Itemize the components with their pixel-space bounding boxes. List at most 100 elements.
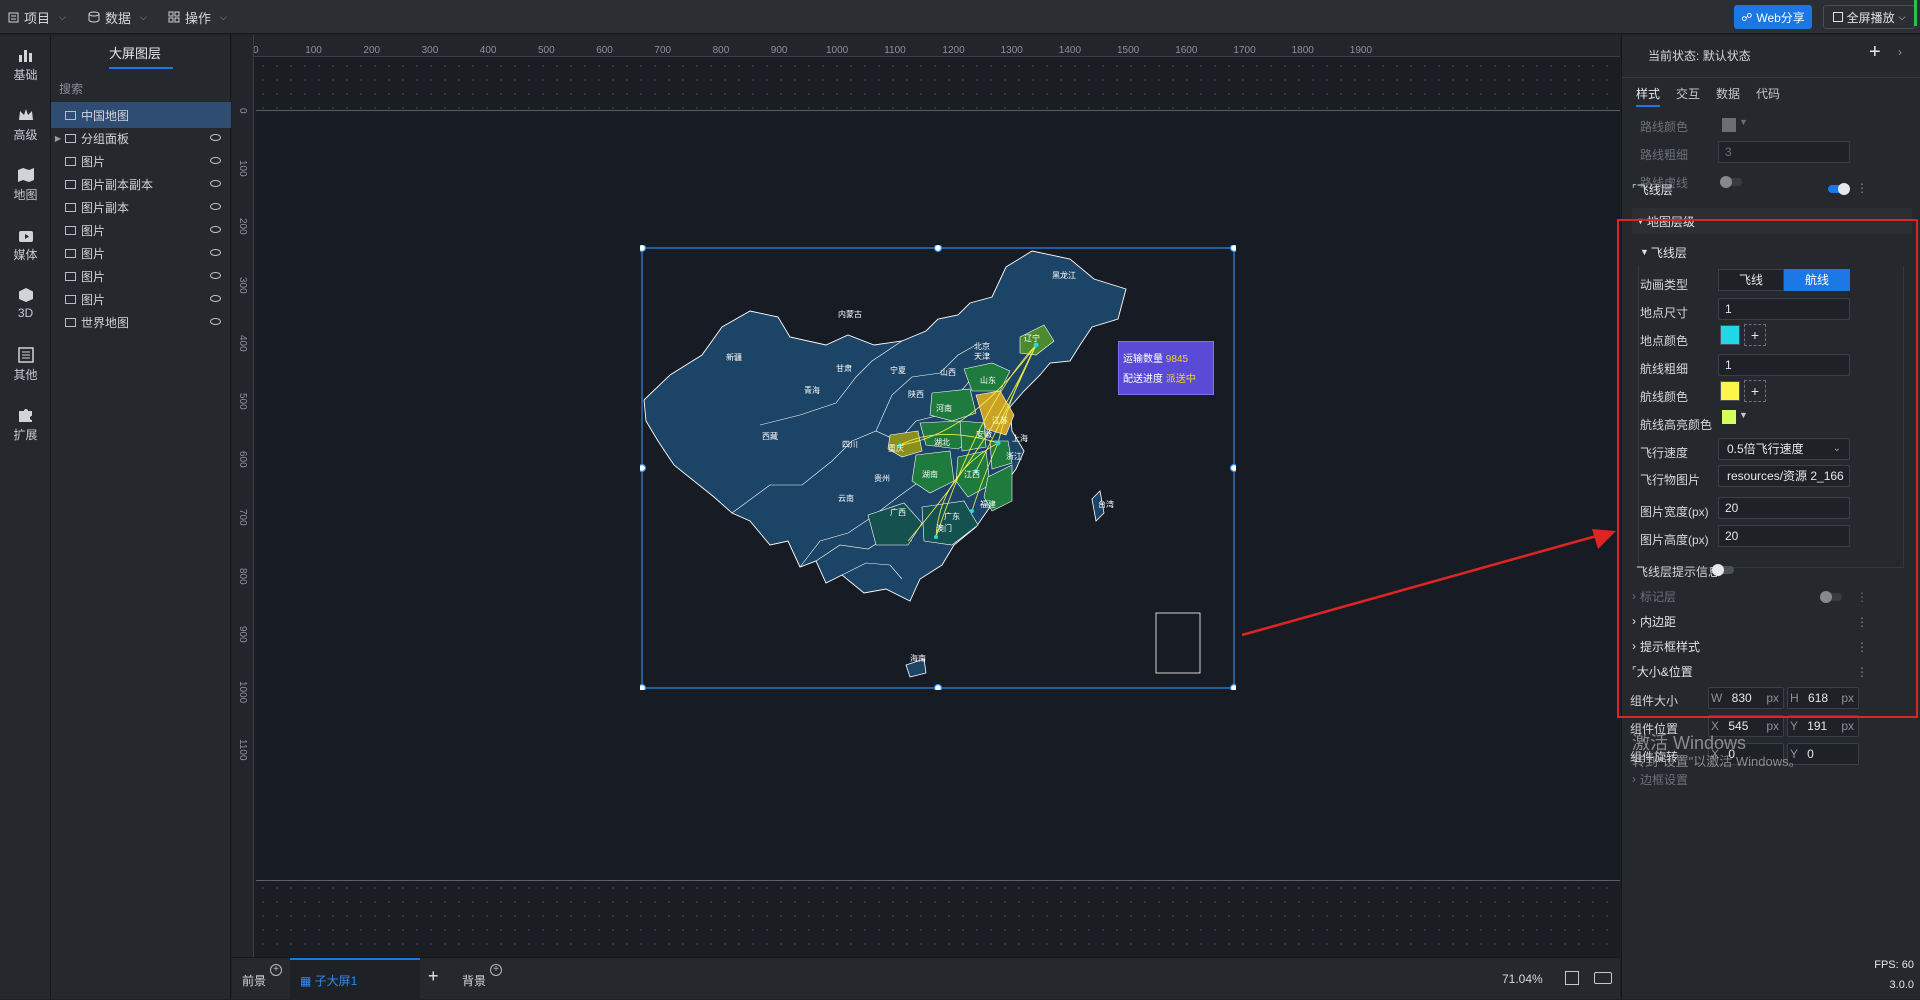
layer-label: 分组面板 — [81, 131, 130, 146]
crown-icon — [18, 109, 33, 120]
flyline-toggle[interactable] — [1828, 183, 1850, 195]
china-map[interactable]: 黑龙江内蒙古新疆 辽宁北京天津甘肃 宁夏 山西山东青海 陕西河南江苏安徽 上海 西藏四川 湖北… — [640, 245, 1236, 690]
flyline-section-header[interactable]: ⌜ 飞线层 — [1622, 176, 1920, 202]
grid-icon — [168, 11, 180, 23]
map-icon — [17, 168, 34, 182]
category-other[interactable]: 其他 — [0, 347, 51, 383]
tooltip-count-label: 运输数量 — [1123, 354, 1163, 365]
province-label: 江西 — [964, 470, 980, 479]
province-label: 黑龙江 — [1052, 270, 1076, 280]
tab-interaction[interactable]: 交互 — [1676, 85, 1700, 102]
more-icon[interactable]: ⋮ — [1856, 181, 1868, 195]
tab-underline — [1636, 105, 1660, 107]
province-label: 浙江 — [1006, 451, 1022, 461]
tab-style[interactable]: 样式 — [1636, 85, 1660, 102]
layer-label: 图片副本副本 — [81, 177, 154, 192]
province-label: 天津 — [974, 351, 990, 361]
visibility-icon[interactable] — [210, 180, 221, 187]
category-map[interactable]: 地图 — [0, 167, 51, 203]
province-label: 陕西 — [908, 389, 924, 399]
visibility-icon[interactable] — [210, 134, 221, 141]
chevron-right-icon[interactable]: › — [1898, 45, 1902, 59]
layer-label: 图片 — [81, 223, 106, 238]
province-label: 宁夏 — [890, 365, 906, 375]
category-media[interactable]: 媒体 — [0, 227, 51, 263]
media-icon — [18, 231, 33, 242]
layer-type-icon — [65, 317, 76, 327]
ruler-tick-label: 500 — [237, 393, 248, 410]
web-share-button[interactable]: ☍ Web分享 — [1734, 5, 1812, 29]
ruler-tick-label: 1700 — [1233, 45, 1256, 56]
visibility-icon[interactable] — [210, 295, 221, 302]
visibility-icon[interactable] — [210, 203, 221, 210]
state-value: 默认状态 — [1702, 49, 1751, 63]
layer-type-icon — [65, 156, 76, 166]
tab-data[interactable]: 数据 — [1716, 85, 1740, 102]
project-label: 项目 — [24, 10, 51, 26]
background-layer-tab[interactable]: 背景 — [462, 972, 486, 989]
category-label: 扩展 — [13, 428, 38, 442]
province-label: 贵州 — [874, 473, 890, 483]
route-width-input[interactable]: 3 — [1718, 141, 1850, 163]
ruler-tick-label: 1900 — [1349, 45, 1373, 56]
visibility-icon[interactable] — [210, 157, 221, 164]
bar-chart-icon — [18, 50, 32, 62]
zoom-level[interactable]: 71.04% — [1502, 972, 1543, 986]
divider — [1622, 77, 1920, 78]
visibility-icon[interactable] — [210, 249, 221, 256]
province-label: 四川 — [842, 440, 858, 449]
state-label: 当前状态: — [1648, 49, 1700, 63]
flyline-tooltip: 运输数量 9845 配送进度 派送中 — [1118, 341, 1214, 395]
category-advanced[interactable]: 高级 — [0, 107, 51, 143]
province-label: 西藏 — [762, 431, 778, 441]
data-menu[interactable]: 数据 ⌵ — [88, 7, 147, 27]
y-input[interactable]: Y 191 px — [1787, 715, 1859, 737]
visibility-icon[interactable] — [210, 318, 221, 325]
canvas-margin-top — [256, 59, 1620, 109]
province-label: 北京 — [974, 341, 990, 351]
add-screen-button[interactable]: + — [428, 966, 439, 987]
category-basic[interactable]: 基础 — [0, 47, 51, 83]
layers-title[interactable]: 大屏图层 — [109, 43, 161, 62]
ruler-tick-label: 0 — [237, 108, 248, 114]
ruler-tick-label: 600 — [596, 45, 613, 56]
layer-type-icon — [65, 179, 76, 189]
fullscreen-label: 全屏播放 — [1846, 10, 1895, 25]
y-value: 191 — [1807, 719, 1828, 733]
fit-screen-icon[interactable] — [1565, 971, 1579, 985]
layer-label: 图片 — [81, 154, 106, 169]
province-label: 台湾 — [1098, 499, 1114, 509]
layer-label: 图片 — [81, 269, 106, 284]
ruler-tick-label: 900 — [770, 45, 788, 56]
category-label: 媒体 — [13, 248, 38, 262]
province-label: 甘肃 — [836, 363, 852, 373]
ruler-tick-label: 100 — [237, 160, 248, 177]
layer-search-input[interactable]: 搜索 — [59, 78, 223, 100]
layer-item[interactable]: 世界地图 — [51, 309, 231, 335]
front-layer-tab[interactable]: 前景 — [242, 972, 266, 989]
route-color-swatch[interactable] — [1722, 118, 1736, 132]
category-label: 3D — [17, 306, 34, 320]
category-label: 基础 — [13, 68, 38, 82]
current-state[interactable]: 当前状态: 默认状态 — [1648, 47, 1751, 64]
tab-code[interactable]: 代码 — [1756, 85, 1780, 102]
ruler-tick-label: 200 — [363, 45, 381, 56]
border-header[interactable]: › 边框设置 — [1622, 770, 1920, 788]
add-state-button[interactable]: + — [1869, 41, 1881, 64]
category-extend[interactable]: 扩展 — [0, 407, 51, 443]
layer-type-icon — [65, 225, 76, 235]
keyboard-icon[interactable] — [1594, 972, 1612, 984]
category-3d[interactable]: 3D — [0, 287, 51, 320]
project-menu[interactable]: 项目 ⌵ — [8, 7, 66, 27]
sub-screen-text: 子大屏1 — [314, 974, 358, 988]
visibility-icon[interactable] — [210, 272, 221, 279]
layer-type-icon — [65, 202, 76, 212]
operate-label: 操作 — [185, 10, 212, 26]
fullscreen-play-button[interactable]: 全屏播放 ⌵ — [1823, 5, 1915, 29]
expand-arrow-icon[interactable]: ▶ — [51, 134, 65, 143]
add-background-icon[interactable]: + — [490, 964, 502, 976]
visibility-icon[interactable] — [210, 226, 221, 233]
share-label: Web分享 — [1756, 10, 1805, 25]
operate-menu[interactable]: 操作 ⌵ — [168, 7, 227, 27]
add-front-icon[interactable]: + — [270, 964, 282, 976]
